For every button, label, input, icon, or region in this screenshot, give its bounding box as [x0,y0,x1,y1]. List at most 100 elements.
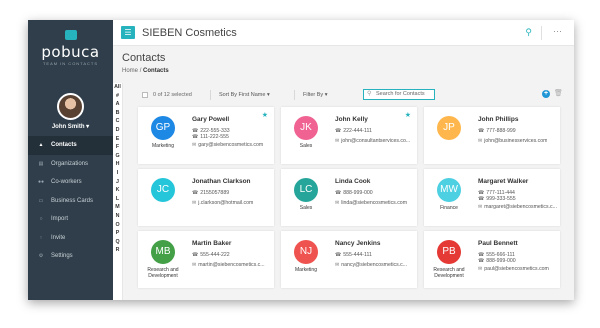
alphabet-letter[interactable]: M [113,203,122,212]
contact-email[interactable]: john@consultantservices.co... [341,138,410,144]
contact-phone-secondary[interactable]: 999-333-555 [486,196,515,202]
breadcrumb-home[interactable]: Home [122,68,138,74]
contact-email[interactable]: john@businesservices.com [484,138,547,144]
sidebar-item-label: Import [51,216,69,223]
search-icon[interactable]: ⚲ [525,27,532,38]
sidebar-item-organizations[interactable]: ▤ Organizations [28,155,113,174]
contact-phones: ☎ 555-444-111 [335,252,372,258]
star-icon[interactable]: ★ [262,111,268,119]
sidebar-item-settings[interactable]: ⚙ Settings [28,247,113,266]
contact-card[interactable]: JK Sales John Kelly ☎ 222-444-111 ✉ john@consu… [281,107,417,164]
sidebar-item-contacts[interactable]: ▲ Contacts [28,136,113,155]
contact-email[interactable]: martin@siebencosmetics.c... [198,262,264,268]
select-all-checkbox[interactable] [142,92,148,98]
import-icon: ○ [39,216,43,223]
more-options-icon[interactable]: ··· [553,26,562,36]
contact-phone[interactable]: 888-999-000 [343,190,372,196]
alphabet-letter[interactable]: I [113,169,122,178]
contact-name[interactable]: John Phillips [478,116,518,123]
logo-tagline: TEAM IN CONTACTS [42,61,99,66]
user-avatar[interactable] [57,93,84,120]
contact-phone-secondary[interactable]: 111-222-555 [200,134,229,140]
user-menu[interactable]: John Smith ▾ [28,123,113,130]
contact-card[interactable]: GP Marketing Gary Powell ☎ 222-555-333 ☎ 111-2… [138,107,274,164]
contact-name[interactable]: Gary Powell [192,116,229,123]
alphabet-letter[interactable]: A [113,100,122,109]
contact-email[interactable]: j.clarkson@hotmail.com [198,200,253,206]
contact-phone-secondary[interactable]: 888-999-000 [486,258,515,264]
alphabet-letter[interactable]: C [113,117,122,126]
contact-phone[interactable]: 777-888-999 [486,128,515,134]
contact-phone[interactable]: 555-444-111 [343,252,372,258]
list-toolbar: 0 of 12 selected Sort By First Name ▾ Fi… [128,87,569,103]
sidebar: pobuca TEAM IN CONTACTS John Smith ▾ ▲ Co… [28,20,113,300]
sidebar-item-import[interactable]: ○ Import [28,210,113,229]
contact-phones: ☎ 555-444-222 [192,252,230,258]
alphabet-letter[interactable]: E [113,135,122,144]
alphabet-letter[interactable]: K [113,186,122,195]
contact-phone[interactable]: 555-444-222 [200,252,229,258]
contact-phones: ☎ 777-111-444 ☎ 999-333-555 [478,190,516,202]
menu-toggle-button[interactable]: ☰ [121,26,135,39]
contact-name[interactable]: Paul Bennett [478,240,518,247]
alphabet-letter[interactable]: H [113,160,122,169]
alphabet-letter[interactable]: # [113,92,122,101]
contact-email[interactable]: margaret@siebencosmetics.c... [484,204,557,210]
trash-icon[interactable]: 🗑 [554,89,563,97]
alphabet-letter[interactable]: N [113,212,122,221]
contact-name[interactable]: Jonathan Clarkson [192,178,251,185]
alphabet-letter[interactable]: P [113,229,122,238]
page-title: Contacts [122,52,166,64]
phone-icon: ☎ [478,196,485,202]
contact-card[interactable]: MB Research and Development Martin Baker ☎ 5… [138,231,274,288]
contact-email[interactable]: linda@siebencosmetics.com [341,200,407,206]
sidebar-item-business-cards[interactable]: ▭ Business Cards [28,192,113,211]
sort-dropdown[interactable]: Sort By First Name ▾ [219,92,270,98]
phone-icon: ☎ [478,128,485,134]
contact-department: Research and Development [433,267,465,279]
contact-phone[interactable]: 222-444-111 [343,128,372,134]
alphabet-letter[interactable]: O [113,221,122,230]
alphabet-index: All # A B C D E F G H I J K L M N O P Q R [113,83,123,300]
contact-card[interactable]: MW Finance Margaret Walker ☎ 777-111-444 ☎ 999… [424,169,560,226]
email-icon: ✉ [192,262,197,268]
contact-avatar: JK [294,116,318,140]
sidebar-item-co-workers[interactable]: ●● Co-workers [28,173,113,192]
alphabet-letter[interactable]: F [113,143,122,152]
contact-name[interactable]: Margaret Walker [478,178,528,185]
contact-email[interactable]: paul@siebencosmetics.com [484,266,549,272]
contact-name[interactable]: Linda Cook [335,178,370,185]
contact-email[interactable]: gary@siebencosmetics.com [198,142,263,148]
contact-name[interactable]: John Kelly [335,116,368,123]
alphabet-letter[interactable]: G [113,152,122,161]
contact-avatar: PB [437,240,461,264]
logo[interactable]: pobuca TEAM IN CONTACTS [28,30,113,66]
contact-card[interactable]: JP John Phillips ☎ 777-888-999 ✉ john@busines… [424,107,560,164]
contact-card[interactable]: NJ Marketing Nancy Jenkins ☎ 555-444-111 ✉ nan… [281,231,417,288]
contact-card[interactable]: JC Jonathan Clarkson ☎ 2155057889 ✉ j.clarkso… [138,169,274,226]
sidebar-item-label: Settings [51,253,73,260]
contact-email-row: ✉ margaret@siebencosmetics.c... [478,204,557,210]
email-icon: ✉ [478,204,483,210]
alphabet-letter[interactable]: D [113,126,122,135]
invite-icon: ↑ [39,234,43,241]
alphabet-letter[interactable]: J [113,178,122,187]
contact-email[interactable]: nancy@siebencosmetics.c... [341,262,407,268]
contact-card[interactable]: LC Sales Linda Cook ☎ 888-999-000 ✉ linda@sieb… [281,169,417,226]
alphabet-letter[interactable]: R [113,246,122,255]
phone-icon: ☎ [192,190,199,196]
filter-dropdown[interactable]: Filter By ▾ [303,92,327,98]
contact-card[interactable]: PB Research and Development Paul Bennett ☎ 5… [424,231,560,288]
alphabet-letter[interactable]: B [113,109,122,118]
search-input[interactable]: ⚲ Search for Contacts [363,89,435,100]
alphabet-letter[interactable]: All [113,83,122,92]
building-icon: ▤ [38,160,44,167]
contact-name[interactable]: Nancy Jenkins [335,240,381,247]
star-icon[interactable]: ★ [405,111,411,119]
add-contact-button[interactable]: + [542,90,550,98]
contact-name[interactable]: Martin Baker [192,240,231,247]
contact-phone[interactable]: 2155057889 [200,190,229,196]
alphabet-letter[interactable]: L [113,195,122,204]
sidebar-item-invite[interactable]: ↑ Invite [28,229,113,248]
alphabet-letter[interactable]: Q [113,238,122,247]
